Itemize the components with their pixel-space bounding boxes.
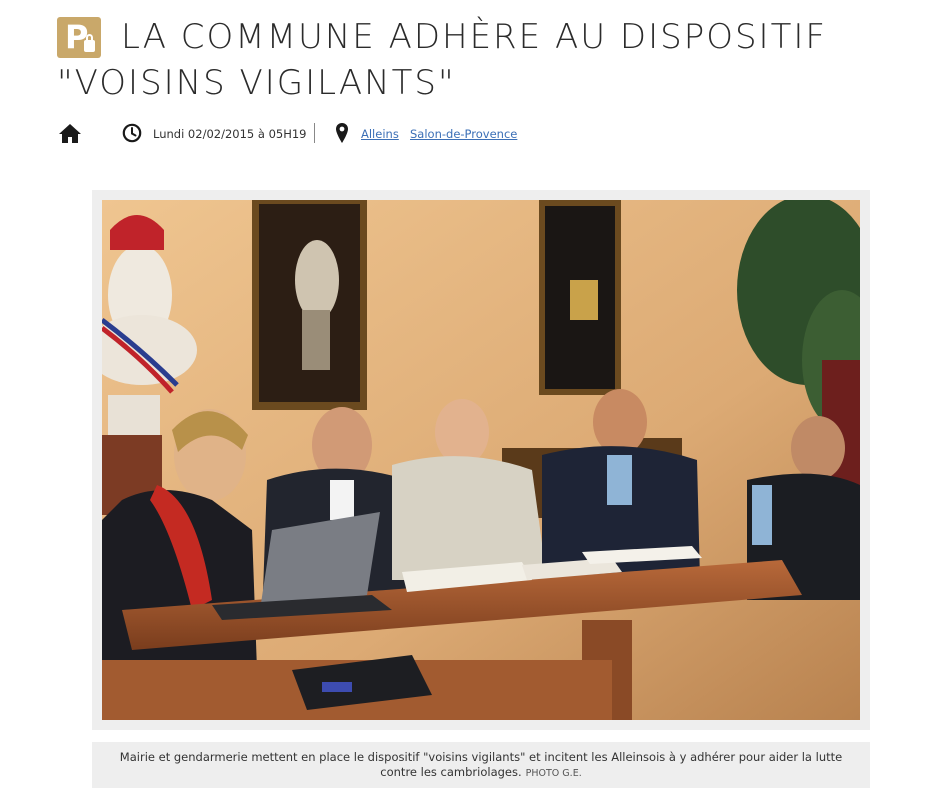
- photo-credit: PHOTO G.E.: [525, 768, 582, 779]
- location-link-alleins[interactable]: Alleins: [361, 127, 399, 141]
- premium-logo-icon: P: [57, 17, 101, 58]
- article-title: LA COMMUNE ADHÈRE AU DISPOSITIF "VOISINS…: [57, 17, 827, 103]
- map-pin-icon: [336, 123, 348, 143]
- photo-frame: [92, 190, 870, 730]
- photo-illustration: [102, 200, 860, 720]
- photo-caption: Mairie et gendarmerie mettent en place l…: [92, 742, 870, 788]
- publish-date: Lundi 02/02/2015 à 05H19: [153, 127, 307, 141]
- article-photo[interactable]: [102, 200, 860, 720]
- clock-icon: [122, 123, 142, 143]
- home-icon[interactable]: [58, 122, 82, 144]
- article-meta: Lundi 02/02/2015 à 05H19 Alleins Salon-d…: [58, 121, 858, 145]
- location-link-salon-de-provence[interactable]: Salon-de-Provence: [410, 127, 517, 141]
- meta-divider: [314, 123, 315, 143]
- caption-text: Mairie et gendarmerie mettent en place l…: [119, 750, 843, 779]
